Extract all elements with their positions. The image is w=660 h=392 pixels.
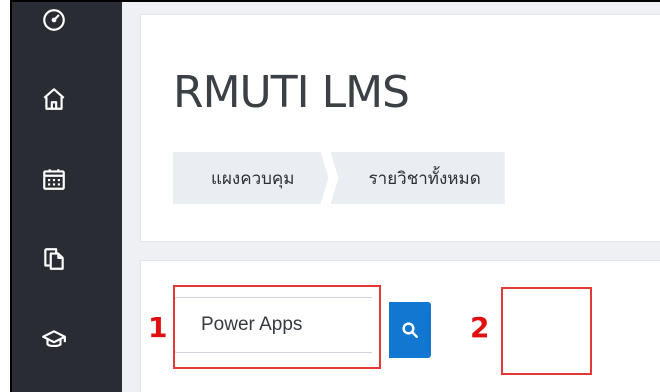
course-search-input[interactable] xyxy=(174,297,372,353)
breadcrumb-item-dashboard[interactable]: แผงควบคุม xyxy=(173,152,329,204)
copy-pages-icon[interactable] xyxy=(38,243,70,275)
site-title: RMUTI LMS xyxy=(173,67,410,118)
search-icon xyxy=(402,322,418,338)
annotation-number-1: 1 xyxy=(148,311,168,344)
dashboard-gauge-icon[interactable] xyxy=(38,4,70,36)
app-window: RMUTI LMS แผงควบคุม รายวิชาทั้งหมด xyxy=(10,0,660,392)
calendar-icon[interactable] xyxy=(38,163,70,195)
breadcrumb: แผงควบคุม รายวิชาทั้งหมด xyxy=(173,152,505,204)
breadcrumb-item-all-courses[interactable]: รายวิชาทั้งหมด xyxy=(330,152,505,204)
annotation-number-2: 2 xyxy=(470,311,490,344)
search-button[interactable] xyxy=(389,302,431,358)
page-header-card: RMUTI LMS แผงควบคุม รายวิชาทั้งหมด xyxy=(140,14,660,242)
graduation-cap-icon[interactable] xyxy=(38,324,70,356)
sidebar-nav xyxy=(12,2,122,392)
home-icon[interactable] xyxy=(38,83,70,115)
